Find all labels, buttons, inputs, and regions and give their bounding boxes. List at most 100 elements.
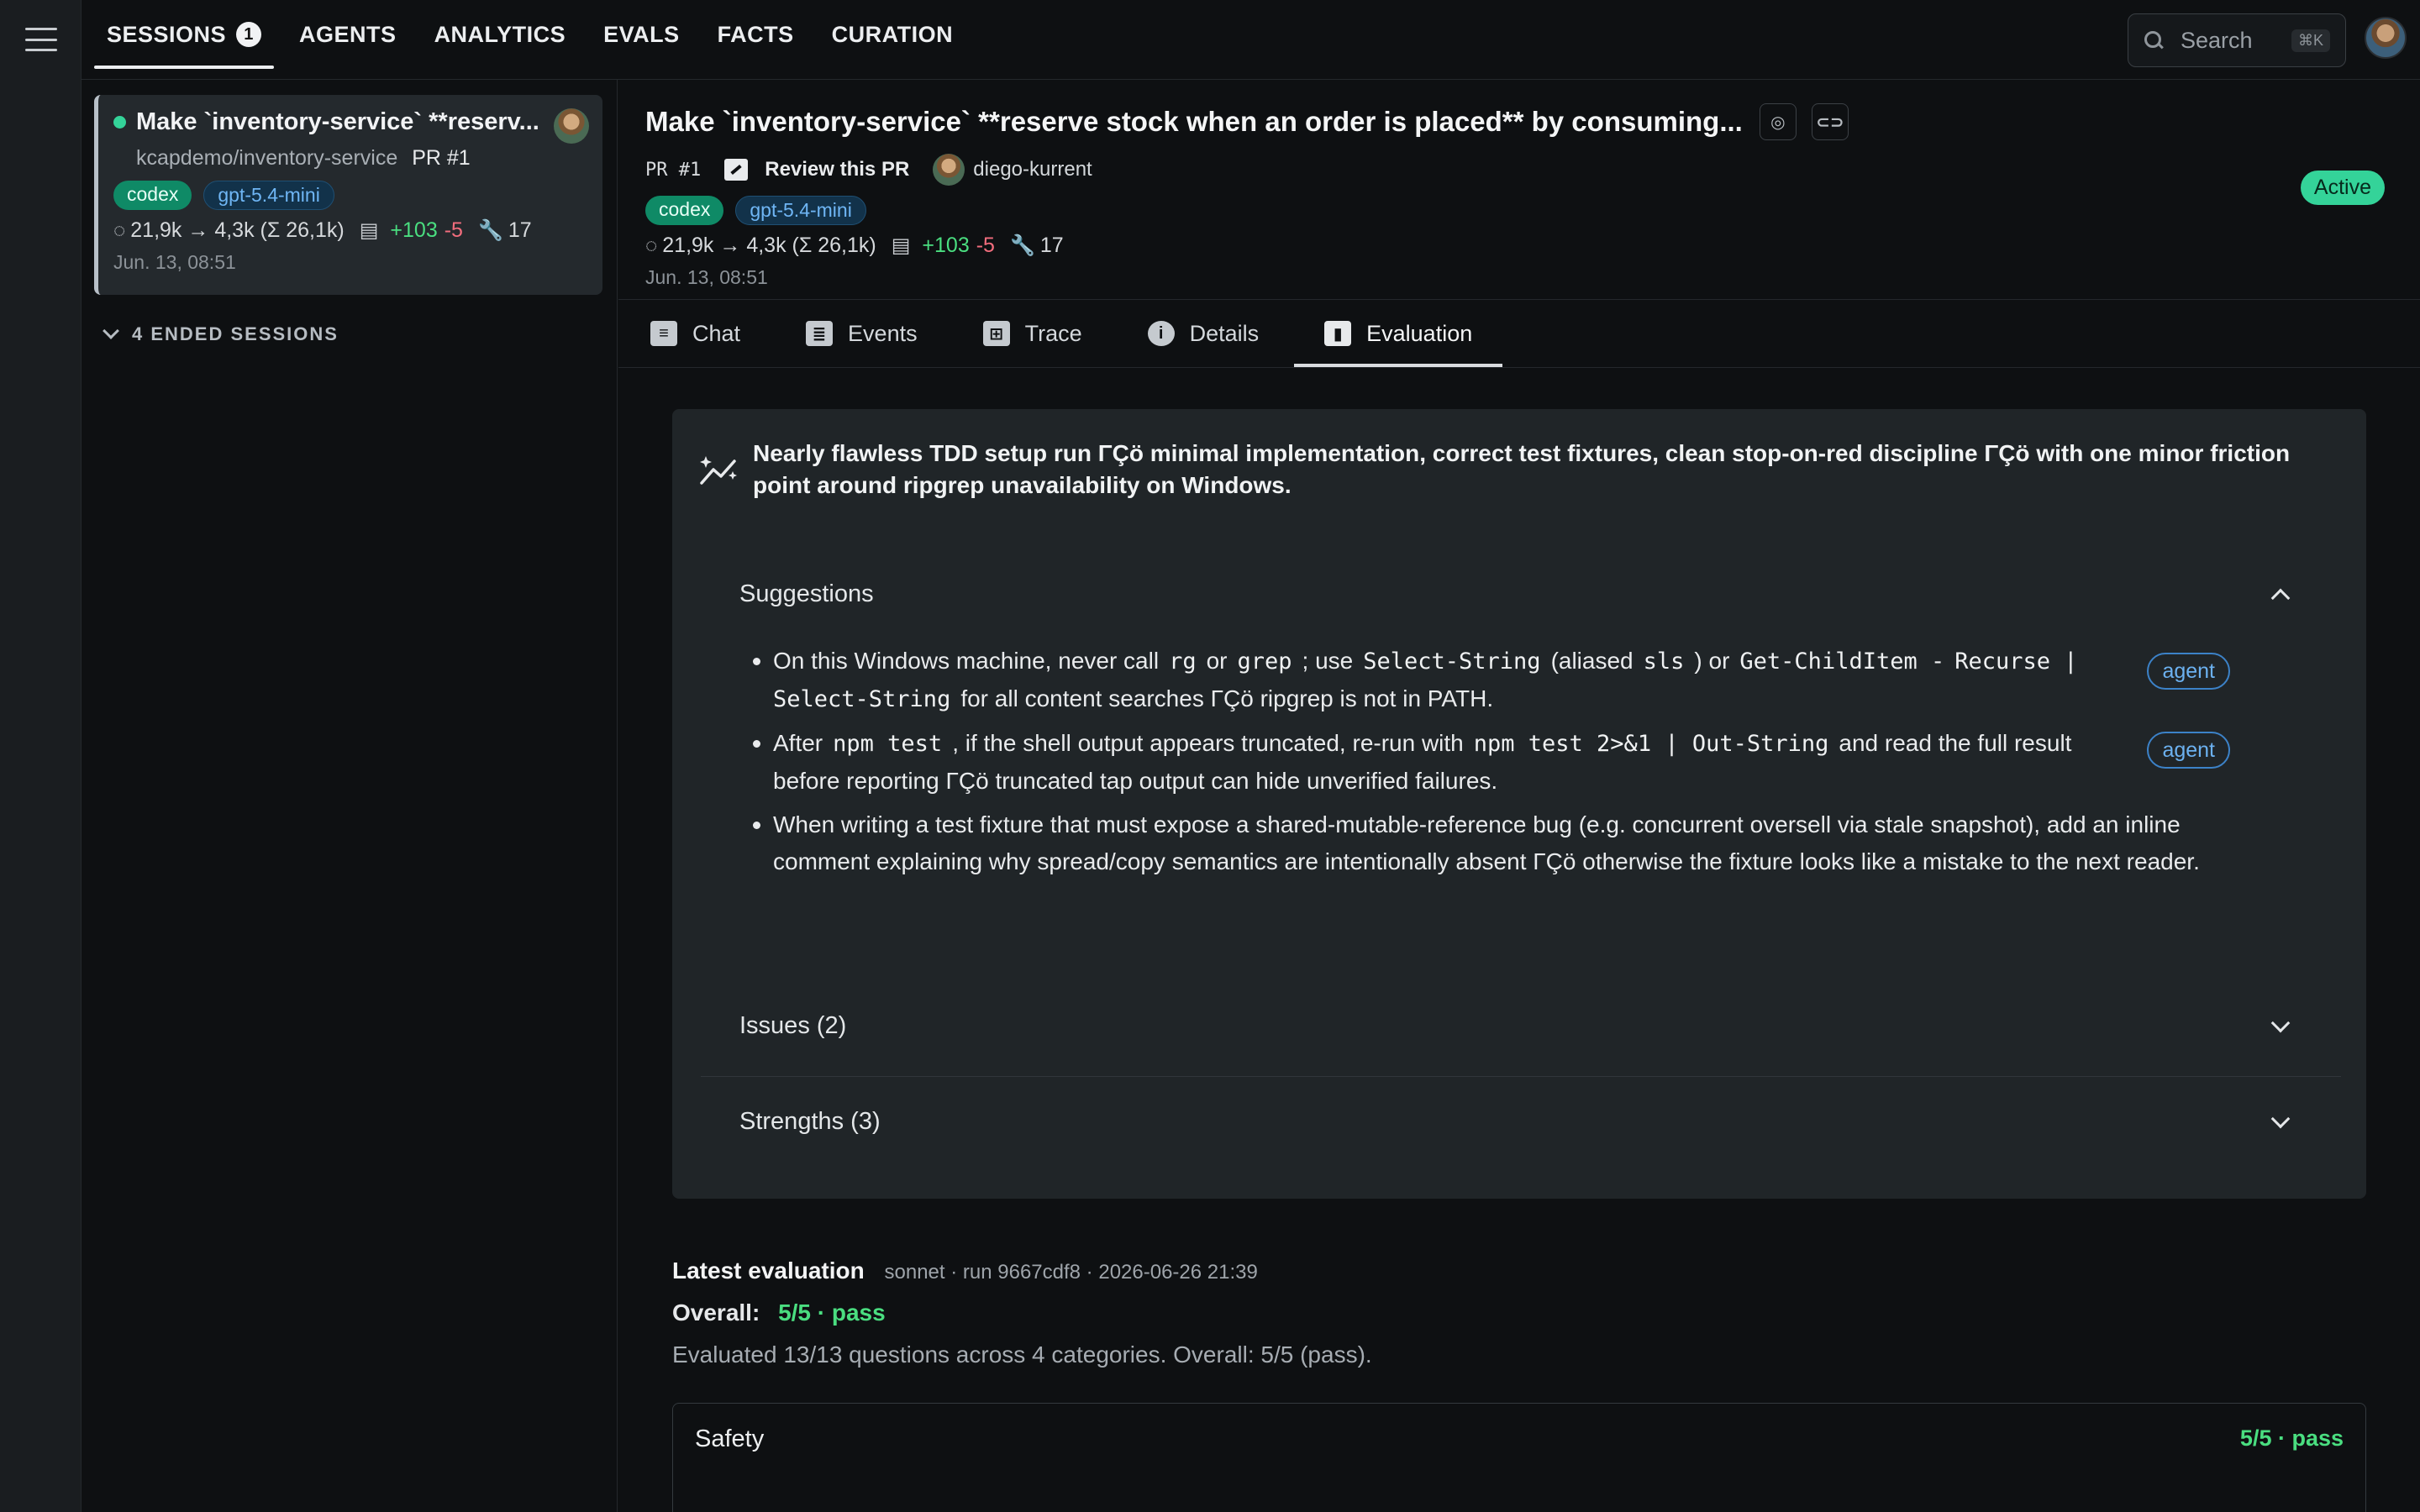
chevron-down-icon — [2270, 1013, 2291, 1032]
nav-tab-label: ANALYTICS — [434, 21, 566, 47]
review-pr-button[interactable]: Review this PR — [724, 158, 909, 181]
session-tags: codex gpt-5.4-mini — [113, 181, 586, 210]
header-tags: codex gpt-5.4-mini — [645, 196, 2420, 225]
header-tools: 17 — [1039, 234, 1064, 257]
strengths-title: Strengths (3) — [739, 1108, 881, 1135]
header-meta: PR #1 Review this PR diego-kurrent — [645, 154, 2420, 186]
tab-evaluation[interactable]: ▮ Evaluation — [1294, 301, 1503, 367]
overall-score: Overall: 5/5 · pass — [672, 1299, 886, 1326]
evaluation-summary: Nearly flawless TDD setup run ΓÇö minima… — [753, 440, 2291, 498]
agent-badge[interactable]: agent — [2147, 653, 2230, 690]
session-tokens: 21,9k → 4,3k (Σ 26,1k) — [130, 218, 345, 242]
evaluation-note: Evaluated 13/13 questions across 4 categ… — [672, 1341, 1372, 1368]
fingerprint-icon: ◎ — [1770, 113, 1786, 132]
user-avatar-small — [933, 154, 965, 186]
events-icon: ≣ — [806, 321, 834, 346]
session-tools: 17 — [508, 218, 532, 242]
header-stats: ◌ 21,9k → 4,3k (Σ 26,1k) ▤ +103 -5 🔧 17 — [645, 234, 2420, 258]
text: On this Windows machine, never call — [773, 648, 1160, 674]
trace-icon: ⊞ — [982, 321, 1010, 346]
issues-section: Issues (2) — [739, 1012, 2341, 1040]
suggestion-text: When writing a test fixture that must ex… — [773, 811, 2200, 874]
header-tokens: 21,9k → 4,3k (Σ 26,1k) — [662, 234, 876, 257]
header-date: Jun. 13, 08:51 — [645, 266, 768, 288]
issues-toggle[interactable]: Issues (2) — [739, 1012, 2341, 1040]
tab-label: Chat — [692, 320, 741, 346]
category-score: 5/5 · pass — [2239, 1425, 2344, 1451]
session-stats: ◌ 21,9k → 4,3k (Σ 26,1k) ▤ +103 -5 🔧 17 — [113, 218, 586, 243]
tag-model: gpt-5.4-mini — [735, 196, 866, 225]
tab-label: Evaluation — [1366, 320, 1473, 346]
nav-tab-label: AGENTS — [299, 21, 397, 47]
sessions-sidebar: Make `inventory-service` **reserv... kca… — [82, 80, 618, 1512]
code: npm test — [833, 731, 943, 757]
nav-tab-sessions[interactable]: SESSIONS 1 — [94, 0, 275, 69]
status-badge: Active — [2300, 171, 2385, 205]
main-panel: Make `inventory-service` **reserve stock… — [618, 80, 2420, 1512]
tokens-icon: ◌ — [645, 234, 658, 257]
search-label: Search — [2181, 27, 2253, 53]
nav-tab-analytics[interactable]: ANALYTICS — [422, 0, 579, 69]
fingerprint-button[interactable]: ◎ — [1759, 103, 1797, 140]
nav-tab-label: FACTS — [717, 21, 794, 47]
ended-sessions-label: 4 ENDED SESSIONS — [132, 323, 339, 344]
session-tabs: ≡ Chat ≣ Events ⊞ Trace i Details ▮ Evaluatio… — [618, 301, 2420, 368]
strengths-toggle[interactable]: Strengths (3) — [739, 1108, 2341, 1136]
chevron-down-icon — [2270, 1109, 2291, 1128]
header-pr: PR #1 — [645, 159, 702, 181]
header-username: diego-kurrent — [973, 158, 1092, 181]
search-icon — [2144, 30, 2164, 50]
file-icon: ▤ — [359, 219, 379, 242]
code: Get-ChildItem - — [1739, 648, 1945, 675]
category-name: Safety — [695, 1425, 765, 1452]
text: for all content searches ΓÇö ripgrep is … — [960, 685, 1494, 711]
tab-trace[interactable]: ⊞ Trace — [978, 301, 1087, 366]
issues-title: Issues (2) — [739, 1012, 847, 1039]
category-card-safety[interactable]: Safety 5/5 · pass — [672, 1403, 2366, 1512]
nav-tab-facts[interactable]: FACTS — [705, 0, 807, 69]
ended-sessions-toggle[interactable]: 4 ENDED SESSIONS — [100, 323, 339, 345]
nav-tab-evals[interactable]: EVALS — [591, 0, 692, 69]
wrench-icon: 🔧 — [1009, 234, 1035, 257]
code: rg — [1169, 648, 1197, 675]
tab-events[interactable]: ≣ Events — [801, 301, 923, 366]
main-nav: SESSIONS 1 AGENTS ANALYTICS EVALS FACTS … — [82, 0, 965, 80]
tab-details[interactable]: i Details — [1143, 301, 1265, 366]
tab-label: Events — [848, 320, 918, 346]
menu-icon[interactable] — [25, 28, 57, 51]
chat-icon: ≡ — [650, 321, 677, 346]
text: , if the shell output appears truncated,… — [952, 730, 1464, 756]
user-avatar[interactable] — [2365, 17, 2407, 59]
agent-badge[interactable]: agent — [2147, 732, 2230, 769]
chevron-down-icon — [103, 323, 119, 339]
overall-value: 5/5 · pass — [778, 1299, 886, 1326]
nav-tab-label: SESSIONS — [107, 21, 227, 47]
tokens-icon: ◌ — [113, 218, 126, 242]
nav-tab-agents[interactable]: AGENTS — [287, 0, 409, 69]
code: grep — [1237, 648, 1292, 675]
session-additions: +103 — [390, 218, 438, 242]
session-card[interactable]: Make `inventory-service` **reserv... kca… — [94, 95, 602, 295]
session-repo: kcapdemo/inventory-service — [136, 146, 398, 170]
suggestions-toggle[interactable]: Suggestions — [739, 580, 2341, 608]
info-icon: i — [1147, 321, 1175, 346]
header-user[interactable]: diego-kurrent — [933, 154, 1092, 186]
nav-tab-label: EVALS — [603, 21, 680, 47]
latest-evaluation: Latest evaluation sonnet · run 9667cdf8 … — [672, 1257, 1258, 1284]
session-header: Make `inventory-service` **reserve stock… — [618, 80, 2420, 300]
nav-tab-curation[interactable]: CURATION — [819, 0, 965, 69]
search-button[interactable]: Search ⌘K — [2128, 13, 2346, 67]
page-title: Make `inventory-service` **reserve stock… — [645, 106, 1743, 137]
session-title-row: Make `inventory-service` **reserv... — [113, 108, 586, 136]
page-title-row: Make `inventory-service` **reserve stock… — [645, 103, 2420, 140]
sessions-count-badge: 1 — [236, 22, 262, 47]
session-avatar — [554, 108, 589, 144]
copy-link-button[interactable]: ⊂⊃ — [1811, 103, 1849, 140]
suggestion-item: After npm test , if the shell output appea… — [753, 725, 2286, 800]
suggestion-text: On this Windows machine, never call rg or g… — [773, 643, 2084, 718]
tab-chat[interactable]: ≡ Chat — [645, 301, 745, 366]
bar-chart-icon: ▮ — [1324, 321, 1352, 346]
text: After — [773, 730, 823, 756]
evaluation-card: Nearly flawless TDD setup run ΓÇö minima… — [672, 409, 2366, 1199]
file-icon: ▤ — [891, 234, 911, 257]
